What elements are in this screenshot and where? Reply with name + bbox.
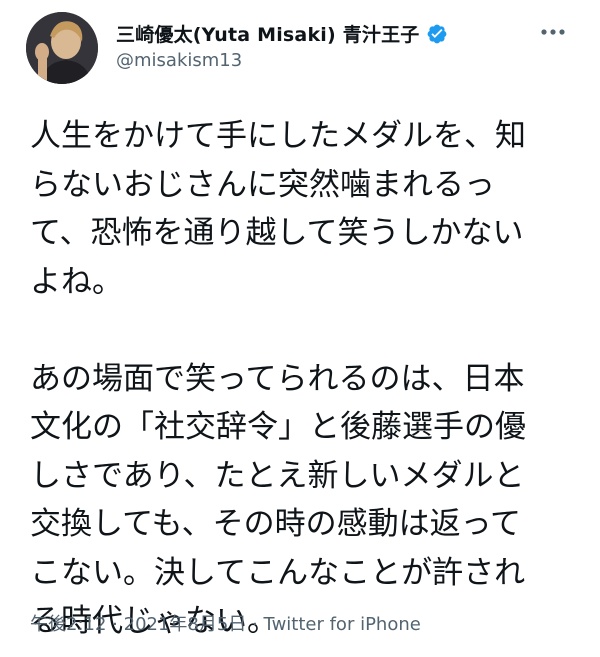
avatar[interactable] — [26, 12, 98, 84]
author-handle[interactable]: @misakism13 — [116, 50, 242, 71]
author-name-row: 三崎優太(Yuta Misaki) 青汁王子 — [116, 20, 448, 47]
tweet-line: て、恐怖を通り越して笑うしかない — [30, 215, 524, 251]
tweet-source-link[interactable]: Twitter for iPhone — [264, 614, 421, 635]
tweet-date[interactable]: 2021年8月5日 — [124, 614, 247, 635]
meta-separator: · — [252, 614, 258, 635]
tweet-line: しさであり、たとえ新しいメダルと — [30, 457, 525, 494]
tweet-line: 人生をかけて手にしたメダルを、知 — [30, 118, 526, 154]
meta-separator: · — [112, 614, 118, 635]
tweet-line: こない。決してこんなことが許され — [30, 554, 526, 591]
tweet-line: 文化の「社交辞令」と後藤選手の優 — [30, 409, 526, 445]
tweet-header: 三崎優太(Yuta Misaki) 青汁王子 @misakism13 — [0, 0, 600, 96]
more-options-button[interactable] — [536, 18, 570, 46]
display-name[interactable]: 三崎優太(Yuta Misaki) 青汁王子 — [116, 20, 420, 47]
more-horizontal-icon — [541, 29, 565, 35]
tweet-line: よね。 — [30, 263, 123, 300]
tweet-line: らないおじさんに突然噛まれるっ — [30, 166, 495, 203]
verified-badge-icon — [426, 23, 448, 45]
tweet-text: 人生をかけて手にしたメダルを、知 らないおじさんに突然噛まれるっ て、恐怖を通り… — [30, 112, 578, 646]
tweet-time[interactable]: 午後2:12 — [30, 614, 106, 635]
tweet-line: 交換しても、その時の感動は返って — [30, 506, 522, 542]
tweet-meta: 午後2:12 · 2021年8月5日 · Twitter for iPhone — [30, 610, 421, 636]
tweet-line: あの場面で笑ってられるのは、日本 — [30, 360, 525, 397]
user-avatar-icon — [26, 12, 98, 84]
